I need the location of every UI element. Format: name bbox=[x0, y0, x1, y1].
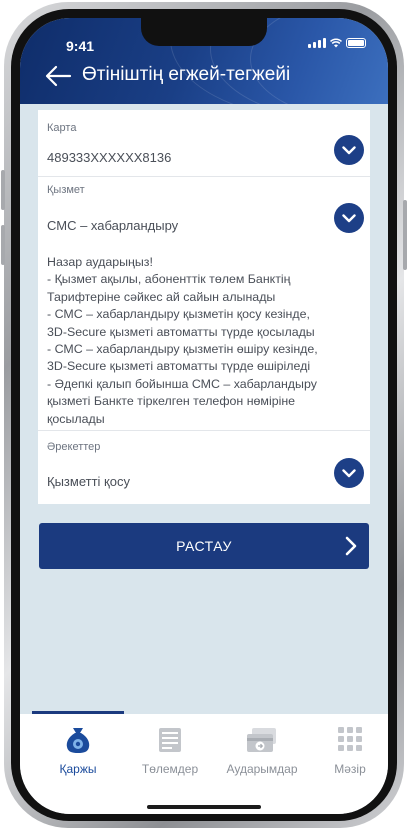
card-dropdown-button[interactable] bbox=[334, 135, 364, 165]
nav-label-transfers: Аударымдар bbox=[226, 762, 298, 776]
action-field-value: Қызметті қосу bbox=[47, 474, 130, 489]
action-card: Әрекеттер Қызметті қосу bbox=[38, 432, 370, 504]
payments-icon bbox=[159, 728, 181, 752]
card-select-field[interactable]: Карта 489333XXXXXX8136 bbox=[38, 110, 370, 177]
card-field-label: Карта bbox=[47, 122, 77, 134]
nav-label-finance: Қаржы bbox=[59, 762, 97, 776]
chevron-down-icon bbox=[342, 145, 356, 154]
notice-line: 3D-Secure қызметі автоматты түрде қосыла… bbox=[47, 324, 315, 339]
confirm-button-label: РАСТАУ bbox=[176, 538, 232, 554]
notice-line: Назар аударыңыз! bbox=[47, 255, 153, 269]
side-button bbox=[1, 225, 5, 265]
service-field-value: СМС – хабарландыру bbox=[47, 218, 179, 233]
confirm-button[interactable]: РАСТАУ bbox=[39, 523, 369, 569]
service-dropdown-button[interactable] bbox=[334, 203, 364, 233]
back-arrow-icon[interactable] bbox=[44, 64, 72, 88]
notice-line: 3D-Secure қызметі автоматты түрде өшіріл… bbox=[47, 359, 311, 374]
notice-line: - СМС – хабарландыру қызметін өшіру кезі… bbox=[47, 342, 318, 357]
app-header: 9:41 Өтініштің егжей-тегжейі bbox=[20, 18, 388, 104]
home-indicator bbox=[147, 805, 261, 809]
nav-item-finance[interactable]: Қаржы bbox=[32, 714, 124, 784]
notice-line: - Әдепкі қалып бойынша СМС – хабарландыр… bbox=[47, 376, 317, 391]
nav-item-menu[interactable]: Мәзір bbox=[304, 714, 388, 784]
service-field-label: Қызмет bbox=[47, 184, 85, 196]
page-title: Өтініштің егжей-тегжейі bbox=[82, 64, 291, 85]
notice-line: - СМС – хабарландыру қызметін қосу кезін… bbox=[47, 307, 310, 322]
action-field-label: Әрекеттер bbox=[47, 441, 101, 453]
header-decoration bbox=[250, 18, 388, 104]
side-button bbox=[1, 170, 5, 210]
action-select-field[interactable]: Әрекеттер Қызметті қосу bbox=[38, 432, 370, 504]
transfer-card-icon bbox=[247, 728, 276, 752]
chevron-right-icon bbox=[345, 536, 357, 556]
chevron-down-icon bbox=[342, 468, 356, 477]
notice-line: қосылады bbox=[47, 411, 105, 426]
wifi-icon bbox=[330, 38, 342, 48]
money-bag-icon bbox=[66, 728, 90, 753]
signal-icon bbox=[308, 38, 326, 48]
nav-label-menu: Мәзір bbox=[334, 762, 366, 776]
status-icons bbox=[308, 38, 366, 48]
service-notice: Назар аударыңыз! - Қызмет ақылы, абонент… bbox=[47, 254, 365, 428]
notice-line: қызметі Банкте тіркелген телефон нөмірін… bbox=[47, 394, 296, 409]
card-field-value: 489333XXXXXX8136 bbox=[47, 150, 172, 165]
grid-menu-icon bbox=[338, 727, 362, 751]
phone-notch bbox=[141, 18, 267, 46]
battery-icon bbox=[346, 38, 366, 48]
nav-item-payments[interactable]: Төлемдер bbox=[124, 714, 216, 784]
notice-line: Тарифтеріне сәйкес ай сайын алынады bbox=[47, 289, 276, 304]
phone-screen: 9:41 Өтініштің егжей-тегжейі Карта 48933… bbox=[20, 18, 388, 814]
notice-line: - Қызмет ақылы, абоненттік төлем Банктің bbox=[47, 272, 291, 287]
nav-item-transfers[interactable]: Аударымдар bbox=[216, 714, 308, 784]
request-details-card: Карта 489333XXXXXX8136 Қызмет СМС – хаба… bbox=[38, 110, 370, 432]
chevron-down-icon bbox=[342, 213, 356, 222]
phone-frame: 9:41 Өтініштің егжей-тегжейі Карта 48933… bbox=[0, 0, 408, 832]
status-time: 9:41 bbox=[66, 38, 95, 54]
side-button bbox=[403, 200, 407, 270]
bottom-nav: Қаржы Төлемдер Аударымдар Мәзір bbox=[20, 714, 388, 814]
nav-label-payments: Төлемдер bbox=[141, 762, 199, 776]
action-dropdown-button[interactable] bbox=[334, 458, 364, 488]
